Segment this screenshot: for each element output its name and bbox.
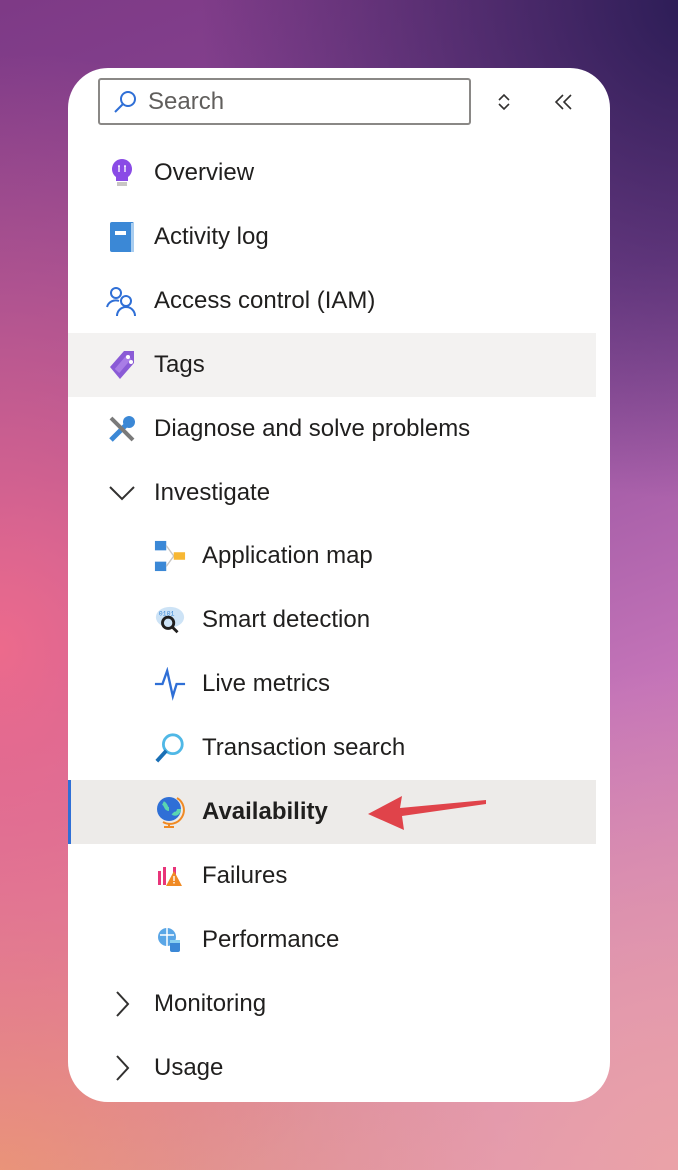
tag-icon xyxy=(106,349,138,381)
search-input[interactable]: Search xyxy=(98,78,471,125)
menu-item-label: Transaction search xyxy=(202,734,406,762)
menu-item-access-control-iam[interactable]: Access control (IAM) xyxy=(68,269,596,333)
chevron-right-icon xyxy=(106,1052,138,1084)
menu-item-investigate[interactable]: Investigate xyxy=(68,461,596,525)
wrench-icon xyxy=(106,413,138,445)
menu-item-availability[interactable]: Availability xyxy=(68,780,596,844)
menu-item-label: Smart detection xyxy=(202,606,371,634)
app-map-icon xyxy=(154,540,186,572)
menu-item-monitoring[interactable]: Monitoring xyxy=(68,972,596,1036)
menu-item-failures[interactable]: Failures xyxy=(68,844,596,908)
lightbulb-icon xyxy=(106,157,138,189)
menu-item-performance[interactable]: Performance xyxy=(68,908,596,972)
globe-icon xyxy=(154,796,186,828)
menu-item-label: Monitoring xyxy=(154,989,267,1017)
menu-item-label: Investigate xyxy=(154,478,271,506)
menu-item-tags[interactable]: Tags xyxy=(68,332,596,397)
menu-item-label: Performance xyxy=(202,925,340,953)
chevron-right-icon xyxy=(106,988,138,1020)
chevron-down-icon xyxy=(106,477,138,509)
navigation-panel: Search Overview Activity log Access contro… xyxy=(68,68,610,1102)
menu-item-smart-detection[interactable]: 0101 Smart detection xyxy=(68,588,596,652)
menu-item-diagnose-and-solve-problems[interactable]: Diagnose and solve problems xyxy=(68,397,596,461)
menu-item-live-metrics[interactable]: Live metrics xyxy=(68,652,596,716)
performance-icon xyxy=(154,924,186,956)
menu-item-label: Live metrics xyxy=(202,670,331,698)
menu-item-label: Access control (IAM) xyxy=(154,286,376,314)
menu-item-label: Failures xyxy=(202,861,288,889)
menu-item-label: Tags xyxy=(154,350,205,378)
pulse-icon xyxy=(154,667,186,702)
menu-item-label: Usage xyxy=(154,1053,224,1081)
menu-item-label: Availability xyxy=(202,798,328,825)
failures-icon xyxy=(154,860,186,892)
menu-item-usage[interactable]: Usage xyxy=(68,1036,596,1100)
menu-item-label: Overview xyxy=(154,159,255,186)
chevron-up-down-icon xyxy=(498,93,510,111)
menu-item-label: Application map xyxy=(202,542,373,570)
book-icon xyxy=(106,221,138,253)
magnifier-icon xyxy=(154,732,186,764)
menu-item-overview[interactable]: Overview xyxy=(68,141,596,205)
search-icon xyxy=(114,90,136,113)
double-chevron-left-icon xyxy=(554,94,572,110)
menu-item-label: Activity log xyxy=(154,222,269,250)
menu-item-transaction-search[interactable]: Transaction search xyxy=(68,716,596,780)
sort-button[interactable] xyxy=(490,88,518,116)
search-placeholder: Search xyxy=(148,87,225,115)
people-icon xyxy=(106,285,138,317)
menu-item-activity-log[interactable]: Activity log xyxy=(68,205,596,269)
menu-item-application-map[interactable]: Application map xyxy=(68,524,596,588)
menu-item-label: Diagnose and solve problems xyxy=(154,414,471,442)
collapse-button[interactable] xyxy=(550,88,578,116)
smart-detection-icon: 0101 xyxy=(154,604,186,636)
red-arrow-icon xyxy=(368,796,486,830)
